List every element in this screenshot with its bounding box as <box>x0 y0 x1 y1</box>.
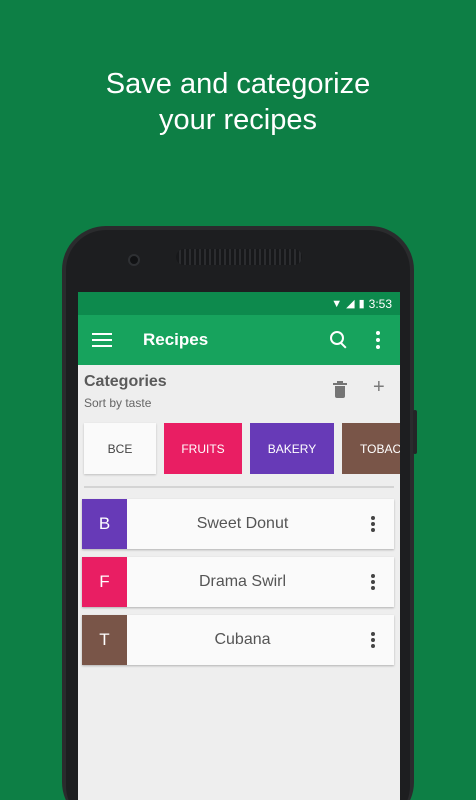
front-camera <box>128 254 140 266</box>
screen-content-layer: BCE FRUITS BAKERY TOBAC B Sweet Donut F … <box>78 292 400 800</box>
headline: Save and categorize your recipes <box>0 66 476 138</box>
more-vert-icon[interactable] <box>358 625 388 655</box>
recipe-letter-badge: T <box>82 615 127 665</box>
recipe-item[interactable]: F Drama Swirl <box>82 557 394 607</box>
category-chips: BCE FRUITS BAKERY TOBAC <box>84 423 400 475</box>
recipe-name: Cubana <box>214 631 271 648</box>
more-vert-icon[interactable] <box>358 509 388 539</box>
recipe-name: Sweet Donut <box>196 515 289 532</box>
recipe-item[interactable]: B Sweet Donut <box>82 499 394 549</box>
more-vert-icon[interactable] <box>358 567 388 597</box>
recipe-letter-badge: B <box>82 499 127 549</box>
recipe-letter-badge: F <box>82 557 127 607</box>
category-chip-bce[interactable]: BCE <box>84 423 156 474</box>
category-chip-fruits[interactable]: FRUITS <box>164 423 242 474</box>
recipe-name: Drama Swirl <box>198 573 287 590</box>
section-divider <box>84 486 394 488</box>
category-chip-bakery[interactable]: BAKERY <box>250 423 334 474</box>
side-button <box>413 410 417 454</box>
headline-line-1: Save and categorize <box>105 68 371 100</box>
recipe-item[interactable]: T Cubana <box>82 615 394 665</box>
recipe-list: B Sweet Donut F Drama Swirl T Cubana <box>82 499 394 673</box>
headline-line-2: your recipes <box>159 104 317 136</box>
category-chip-tobac[interactable]: TOBAC <box>342 423 400 474</box>
earpiece-speaker <box>176 249 302 265</box>
